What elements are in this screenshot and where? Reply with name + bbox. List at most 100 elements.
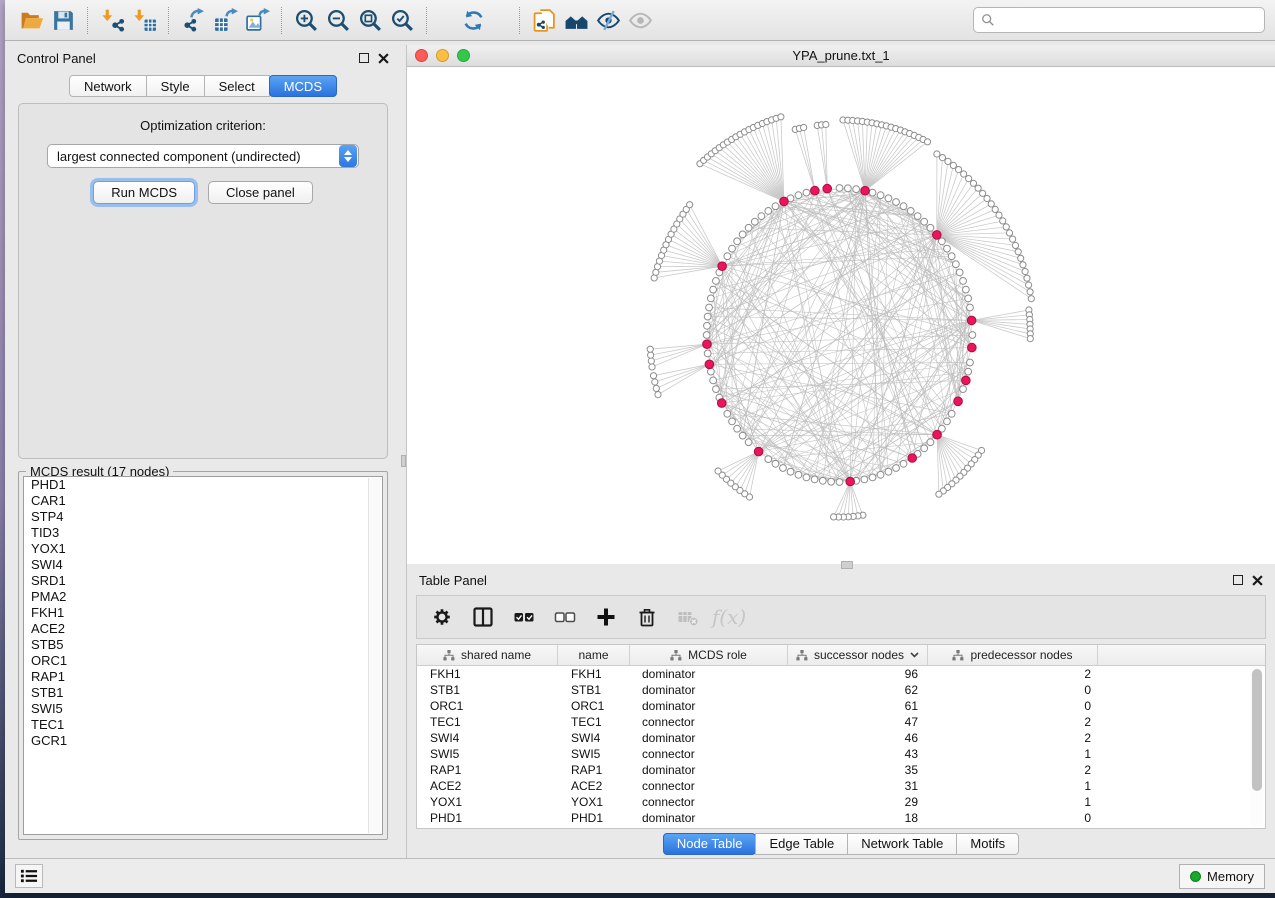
mcds-result-item[interactable]: STB5: [24, 637, 382, 653]
search-network-button[interactable]: [560, 4, 592, 36]
table-cell: 1: [928, 795, 1098, 809]
mcds-result-item[interactable]: STP4: [24, 509, 382, 525]
task-history-button[interactable]: [15, 864, 43, 888]
save-session-button[interactable]: [47, 4, 79, 36]
open-file-button[interactable]: [15, 4, 47, 36]
close-panel-button[interactable]: Close panel: [208, 181, 313, 204]
table-row[interactable]: ORC1ORC1dominator610: [417, 698, 1265, 714]
mcds-result-item[interactable]: RAP1: [24, 669, 382, 685]
tab-network-table[interactable]: Network Table: [847, 833, 957, 855]
tab-select[interactable]: Select: [204, 75, 270, 97]
import-network-button[interactable]: [96, 4, 128, 36]
mcds-result-item[interactable]: ORC1: [24, 653, 382, 669]
clone-network-button[interactable]: [528, 4, 560, 36]
table-row[interactable]: SWI5SWI5connector431: [417, 746, 1265, 762]
splitter-grip[interactable]: [401, 455, 406, 467]
horizontal-splitter[interactable]: [407, 564, 1275, 567]
toolbar-separator: [87, 7, 88, 34]
import-table-icon: [132, 8, 157, 33]
export-image-button[interactable]: [241, 4, 273, 36]
table-settings-button[interactable]: [429, 604, 455, 630]
float-window-icon[interactable]: [1233, 575, 1243, 585]
table-row[interactable]: FKH1FKH1dominator962: [417, 666, 1265, 682]
function-builder-button[interactable]: f(x): [716, 604, 742, 630]
table-row[interactable]: PHD1PHD1dominator180: [417, 810, 1265, 826]
memory-button[interactable]: Memory: [1179, 864, 1265, 889]
mcds-result-item[interactable]: YOX1: [24, 541, 382, 557]
column-header-successor-nodes[interactable]: successor nodes: [788, 645, 928, 665]
table-scrollbar[interactable]: [1250, 667, 1263, 826]
export-network-button[interactable]: [177, 4, 209, 36]
close-panel-icon[interactable]: [1252, 575, 1263, 586]
criterion-select[interactable]: largest connected component (undirected): [47, 144, 359, 168]
mcds-result-item[interactable]: TEC1: [24, 717, 382, 733]
add-column-button[interactable]: [593, 604, 619, 630]
float-window-icon[interactable]: [359, 53, 369, 63]
import-table-button[interactable]: [128, 4, 160, 36]
zoom-in-button[interactable]: [290, 4, 322, 36]
deselect-all-button[interactable]: [552, 604, 578, 630]
tab-edge-table[interactable]: Edge Table: [755, 833, 848, 855]
column-header-predecessor-nodes[interactable]: predecessor nodes: [928, 645, 1098, 665]
scrollbar-thumb[interactable]: [1252, 669, 1262, 791]
table-cell: connector: [630, 715, 788, 729]
vertical-splitter[interactable]: [401, 45, 406, 858]
table-cell: TEC1: [558, 715, 630, 729]
tab-node-table[interactable]: Node Table: [663, 833, 757, 855]
zoom-out-button[interactable]: [322, 4, 354, 36]
network-search-box[interactable]: [973, 7, 1265, 33]
splitter-grip[interactable]: [841, 561, 853, 569]
mcds-result-item[interactable]: ACE2: [24, 621, 382, 637]
table-header-row: shared name name MCDS role successor nod…: [417, 645, 1265, 666]
mcds-result-item[interactable]: CAR1: [24, 493, 382, 509]
main-toolbar: [5, 0, 1275, 41]
search-input[interactable]: [995, 13, 1257, 28]
export-image-icon: [245, 8, 270, 33]
hide-selected-button[interactable]: [592, 4, 624, 36]
tab-mcds[interactable]: MCDS: [269, 75, 337, 97]
table-row[interactable]: SWI4SWI4dominator462: [417, 730, 1265, 746]
tab-network[interactable]: Network: [69, 75, 147, 97]
table-tabs: Node TableEdge TableNetwork TableMotifs: [407, 829, 1275, 858]
mcds-result-item[interactable]: PHD1: [24, 477, 382, 493]
network-view-window: YPA_prune.txt_1: [407, 45, 1275, 564]
column-header-name[interactable]: name: [558, 645, 630, 665]
table-row[interactable]: STB1STB1dominator620: [417, 682, 1265, 698]
mcds-result-item[interactable]: TID3: [24, 525, 382, 541]
delete-table-button[interactable]: [675, 604, 701, 630]
close-window-icon[interactable]: [415, 49, 428, 62]
mcds-result-item[interactable]: SWI4: [24, 557, 382, 573]
table-row[interactable]: YOX1YOX1connector291: [417, 794, 1265, 810]
export-table-button[interactable]: [209, 4, 241, 36]
mcds-result-item[interactable]: GCR1: [24, 733, 382, 749]
mcds-result-item[interactable]: STB1: [24, 685, 382, 701]
mcds-result-item[interactable]: PMA2: [24, 589, 382, 605]
table-cell: 43: [788, 747, 928, 761]
column-type-icon: [796, 650, 808, 661]
table-row[interactable]: ACE2ACE2connector311: [417, 778, 1265, 794]
table-panel: Table Panel f(x) shar: [407, 567, 1275, 858]
maximize-window-icon[interactable]: [457, 49, 470, 62]
minimize-window-icon[interactable]: [436, 49, 449, 62]
network-canvas[interactable]: [407, 67, 1275, 564]
tab-motifs[interactable]: Motifs: [956, 833, 1019, 855]
table-row[interactable]: RAP1RAP1dominator352: [417, 762, 1265, 778]
run-mcds-button[interactable]: Run MCDS: [93, 181, 195, 204]
show-column-panel-button[interactable]: [470, 604, 496, 630]
mcds-result-item[interactable]: SRD1: [24, 573, 382, 589]
table-row[interactable]: TEC1TEC1connector472: [417, 714, 1265, 730]
refresh-button[interactable]: [457, 4, 489, 36]
zoom-selected-button[interactable]: [386, 4, 418, 36]
select-all-button[interactable]: [511, 604, 537, 630]
mcds-result-item[interactable]: FKH1: [24, 605, 382, 621]
column-header-shared-name[interactable]: shared name: [417, 645, 558, 665]
close-panel-icon[interactable]: [378, 53, 389, 64]
column-header-mcds-role[interactable]: MCDS role: [630, 645, 788, 665]
zoom-fit-button[interactable]: [354, 4, 386, 36]
mcds-result-item[interactable]: SWI5: [24, 701, 382, 717]
mcds-list-scrollbar[interactable]: [368, 478, 381, 833]
tab-style[interactable]: Style: [146, 75, 205, 97]
network-view-title: YPA_prune.txt_1: [407, 48, 1275, 63]
show-all-button[interactable]: [624, 4, 656, 36]
delete-column-button[interactable]: [634, 604, 660, 630]
